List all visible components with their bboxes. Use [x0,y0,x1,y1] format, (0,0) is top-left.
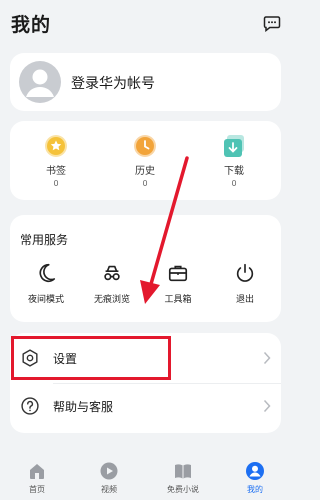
stat-label: 历史 [135,166,155,177]
service-label: 无痕浏览 [93,295,130,305]
tab-mine[interactable]: 我的 [220,461,290,495]
star-icon [45,135,67,157]
tab-label: 首页 [29,485,45,494]
exit-button[interactable]: 退出 [210,262,280,305]
tab-home[interactable]: 首页 [2,461,72,495]
profile-icon [246,462,264,480]
video-icon [100,462,118,480]
login-label: 登录华为帐号 [71,76,155,92]
tab-free-novel[interactable]: 免费小说 [148,461,218,495]
service-label: 退出 [235,295,254,305]
stat-count: 0 [231,179,237,188]
help-icon [21,397,39,415]
incognito-button[interactable]: 无痕浏览 [77,262,147,305]
power-icon [236,263,254,282]
login-card[interactable]: 登录华为帐号 [10,53,281,111]
menu-label: 设置 [53,352,78,366]
tab-label: 视频 [101,485,117,494]
stat-label: 下载 [224,166,244,177]
history-stat[interactable]: 历史 0 [110,133,180,188]
chevron-right-icon [263,351,271,365]
service-label: 工具箱 [164,295,192,305]
toolbox-icon [168,265,188,282]
stats-card: 书签 0 历史 0 下载 0 [10,121,281,200]
book-icon [175,464,191,479]
service-label: 夜间模式 [27,295,64,305]
download-icon [224,135,244,157]
tab-label: 我的 [247,485,263,494]
chevron-right-icon [263,399,271,413]
moon-icon [39,263,56,283]
downloads-stat[interactable]: 下载 0 [199,133,269,188]
stat-label: 书签 [46,166,66,177]
home-icon [30,464,44,479]
menu-card: 设置 帮助与客服 [10,333,281,433]
avatar [19,61,61,103]
toolbox-button[interactable]: 工具箱 [143,262,213,305]
header: 我的 [0,0,291,46]
incognito-icon [104,265,120,281]
page-title: 我的 [11,14,52,36]
message-icon[interactable] [263,14,281,32]
clock-icon [134,135,156,157]
stat-count: 0 [142,179,148,188]
bottom-tab-bar: 首页 视频 免费小说 我的 [0,449,291,500]
stat-count: 0 [53,179,59,188]
settings-row[interactable]: 设置 [10,335,281,381]
menu-label: 帮助与客服 [53,400,114,414]
services-card: 常用服务 夜间模式 无痕浏览 工具箱 退出 [10,215,281,322]
gear-icon [22,349,38,367]
bookmarks-stat[interactable]: 书签 0 [21,133,91,188]
tab-label: 免费小说 [167,485,199,494]
night-mode-button[interactable]: 夜间模式 [11,262,81,305]
section-title: 常用服务 [20,233,69,247]
tab-video[interactable]: 视频 [74,461,144,495]
help-row[interactable]: 帮助与客服 [10,383,281,429]
